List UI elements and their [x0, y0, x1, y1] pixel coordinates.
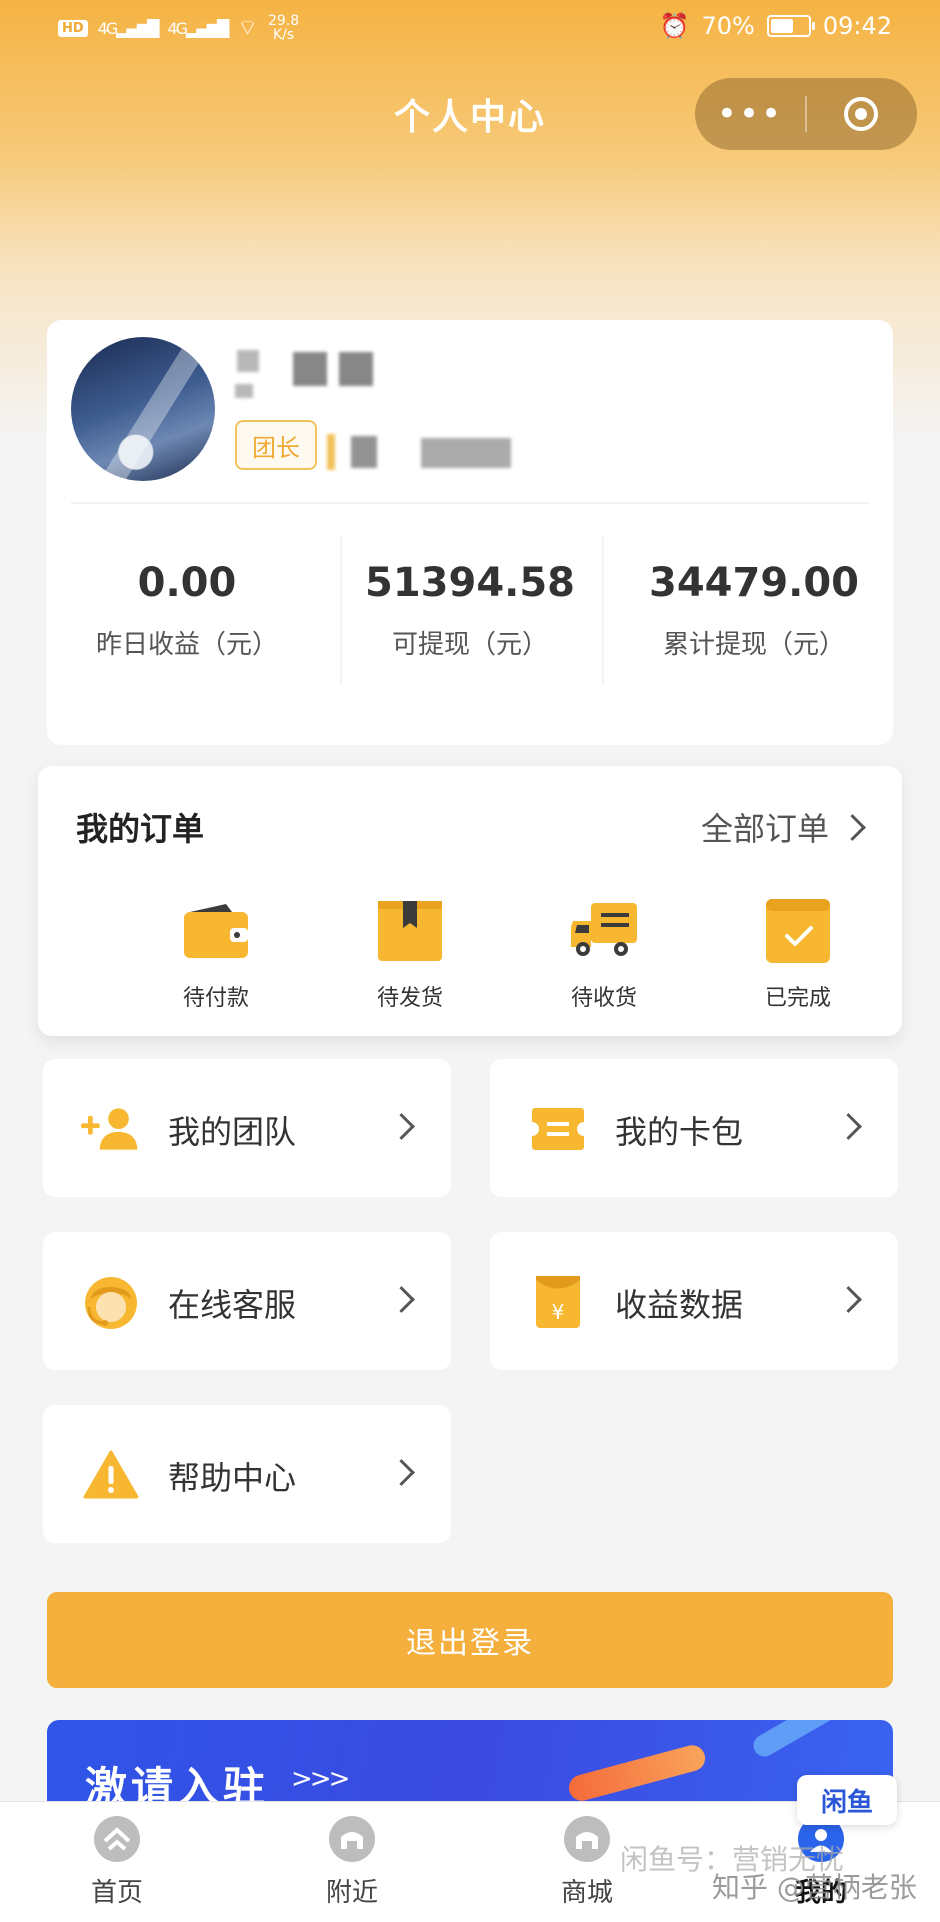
tab-nearby[interactable]: 附近	[292, 1816, 412, 1909]
customer-service-icon	[81, 1272, 141, 1332]
stat-value: 51394.58	[364, 560, 576, 606]
menu-help-center[interactable]: 帮助中心	[43, 1405, 451, 1543]
order-pending-receipt[interactable]: 待收货	[534, 894, 674, 1012]
battery-percent: 70%	[701, 12, 755, 40]
menu-label: 在线客服	[168, 1286, 297, 1324]
order-pending-shipment[interactable]: 待发货	[340, 894, 480, 1012]
masked-name	[235, 384, 253, 398]
stat-label: 可提现（元）	[391, 630, 548, 660]
menu-income-data[interactable]: ¥ 收益数据	[490, 1232, 898, 1370]
hd-badge: HD	[58, 19, 88, 37]
alarm-icon: ⏰	[659, 12, 690, 40]
profile-card: 团长 0.00 昨日收益（元） 51394.58 可提现（元） 34479.00…	[47, 320, 893, 745]
signal-icon-2: 4G▂▄▆█	[167, 18, 229, 38]
xianyu-logo: 闲鱼	[797, 1775, 897, 1825]
clock: 09:42	[822, 12, 892, 40]
masked-id	[421, 438, 511, 468]
chevron-right-icon	[388, 1113, 415, 1140]
menu-customer-service[interactable]: 在线客服	[43, 1232, 451, 1370]
add-user-icon	[81, 1099, 141, 1159]
chevron-right-icon	[835, 1286, 862, 1313]
battery-icon	[766, 15, 815, 37]
masked-id	[351, 436, 377, 468]
wallet-icon	[146, 894, 286, 968]
stat-total-withdrawn: 34479.00 累计提现（元）	[614, 560, 894, 661]
profile-divider	[71, 502, 869, 504]
menu-label: 我的卡包	[615, 1113, 744, 1151]
banner-decoration	[749, 1720, 865, 1761]
target-icon	[844, 97, 878, 131]
package-icon	[340, 894, 480, 968]
avatar[interactable]	[71, 337, 215, 481]
banner-arrows: >>>	[291, 1764, 350, 1794]
chevron-right-icon	[839, 813, 866, 841]
order-label: 待收货	[570, 986, 637, 1011]
chevron-right-icon	[388, 1286, 415, 1313]
masked-name	[237, 350, 259, 372]
order-completed[interactable]: 已完成	[728, 894, 868, 1012]
masked-id-accent	[327, 434, 335, 470]
order-label: 待发货	[376, 986, 443, 1011]
invite-banner[interactable]: 激请入驻 >>>	[47, 1720, 893, 1810]
logout-button[interactable]: 退出登录	[47, 1592, 893, 1688]
masked-name	[293, 352, 327, 386]
signal-icon: 4G▂▄▆█	[97, 18, 160, 38]
stat-label: 昨日收益（元）	[95, 630, 278, 660]
mini-program-capsule: •••	[695, 78, 917, 150]
tab-home[interactable]: 首页	[57, 1816, 177, 1909]
order-label: 已完成	[764, 986, 831, 1011]
wifi-icon: ⌔	[237, 16, 258, 41]
card-icon	[528, 1099, 588, 1159]
tab-label: 首页	[90, 1878, 143, 1908]
home-icon	[94, 1816, 140, 1862]
more-menu-icon[interactable]: •••	[695, 97, 805, 131]
orders-card: 我的订单 全部订单 待付款 待发货 待收货 已完成	[38, 766, 902, 1036]
store-icon	[329, 1816, 375, 1862]
menu-my-cards[interactable]: 我的卡包	[490, 1059, 898, 1197]
menu-label: 收益数据	[615, 1286, 744, 1324]
masked-name	[339, 352, 373, 386]
store-icon	[564, 1816, 610, 1862]
chevron-right-icon	[388, 1459, 415, 1486]
order-label: 待付款	[182, 986, 249, 1011]
menu-label: 我的团队	[168, 1113, 297, 1151]
close-mini-program-button[interactable]	[807, 97, 915, 131]
status-bar: HD 4G▂▄▆█ 4G▂▄▆█ ⌔ 29.8 K/s ⏰ 70% 09:42	[0, 0, 940, 58]
svg-text:¥: ¥	[552, 1300, 565, 1324]
stat-value: 0.00	[137, 560, 237, 606]
truck-icon	[534, 894, 674, 968]
menu-my-team[interactable]: 我的团队	[43, 1059, 451, 1197]
role-badge: 团长	[235, 420, 317, 470]
watermark: 知乎 @营柄老张	[712, 1871, 917, 1904]
check-box-icon	[728, 894, 868, 968]
network-speed: 29.8 K/s	[267, 13, 300, 43]
menu-label: 帮助中心	[168, 1459, 297, 1497]
warning-icon	[81, 1445, 141, 1505]
chevron-right-icon	[835, 1113, 862, 1140]
orders-title: 我的订单	[76, 810, 205, 848]
all-orders-link[interactable]: 全部订单	[700, 804, 866, 850]
stat-label: 累计提现（元）	[662, 630, 845, 660]
stat-divider	[602, 535, 604, 685]
order-pending-payment[interactable]: 待付款	[146, 894, 286, 1012]
income-icon: ¥	[528, 1272, 588, 1332]
all-orders-label: 全部订单	[700, 810, 829, 848]
tab-label: 附近	[325, 1878, 378, 1908]
stat-value: 34479.00	[648, 560, 860, 606]
banner-decoration	[566, 1742, 708, 1804]
stat-yesterday-income: 0.00 昨日收益（元）	[47, 560, 327, 661]
stat-withdrawable: 51394.58 可提现（元）	[330, 560, 610, 661]
